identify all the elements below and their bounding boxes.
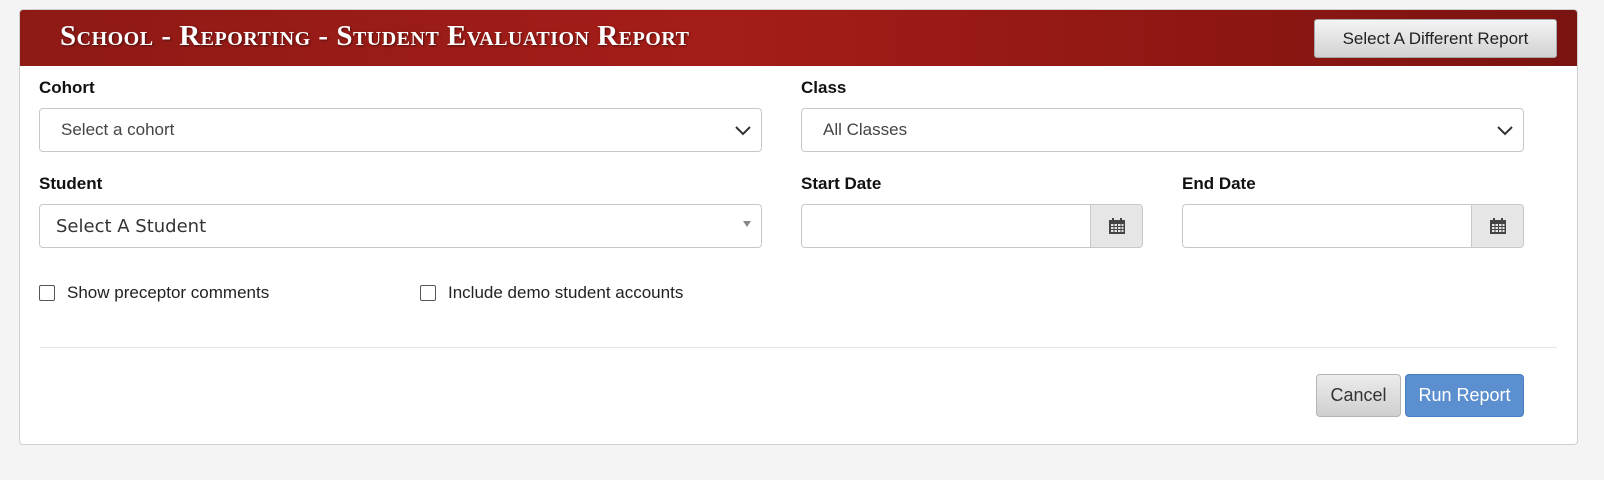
show-preceptor-comments-label: Show preceptor comments [67,283,270,302]
caret-down-icon [743,221,751,227]
show-preceptor-comments-checkbox[interactable] [39,285,55,301]
include-demo-accounts-checkbox[interactable] [420,285,436,301]
report-header: School - Reporting - Student Evaluation … [20,10,1577,66]
start-date-calendar-button[interactable] [1090,205,1142,247]
student-select[interactable]: Select A Student [39,204,762,248]
cohort-label: Cohort [39,78,95,97]
select-different-report-button[interactable]: Select A Different Report [1314,19,1557,58]
class-select[interactable]: All Classes [801,108,1524,152]
end-date-label: End Date [1182,174,1256,193]
run-report-button[interactable]: Run Report [1405,374,1524,417]
page-title: School - Reporting - Student Evaluation … [60,20,690,52]
chevron-down-icon [1497,126,1513,136]
show-preceptor-comments-option[interactable]: Show preceptor comments [39,283,269,303]
chevron-down-icon [735,126,751,136]
calendar-icon [1108,218,1125,234]
start-date-label: Start Date [801,174,882,193]
calendar-icon [1489,218,1506,234]
report-panel: School - Reporting - Student Evaluation … [19,9,1578,445]
start-date-field[interactable] [801,204,1143,248]
student-select-value: Select A Student [56,215,207,237]
class-select-value: All Classes [823,120,908,139]
include-demo-accounts-option[interactable]: Include demo student accounts [420,283,683,303]
cohort-select[interactable]: Select a cohort [39,108,762,152]
cancel-button[interactable]: Cancel [1316,374,1401,417]
class-label: Class [801,78,847,97]
end-date-field[interactable] [1182,204,1524,248]
divider [40,347,1557,348]
cohort-select-value: Select a cohort [61,120,175,139]
student-label: Student [39,174,103,193]
include-demo-accounts-label: Include demo student accounts [448,283,684,302]
end-date-calendar-button[interactable] [1471,205,1523,247]
